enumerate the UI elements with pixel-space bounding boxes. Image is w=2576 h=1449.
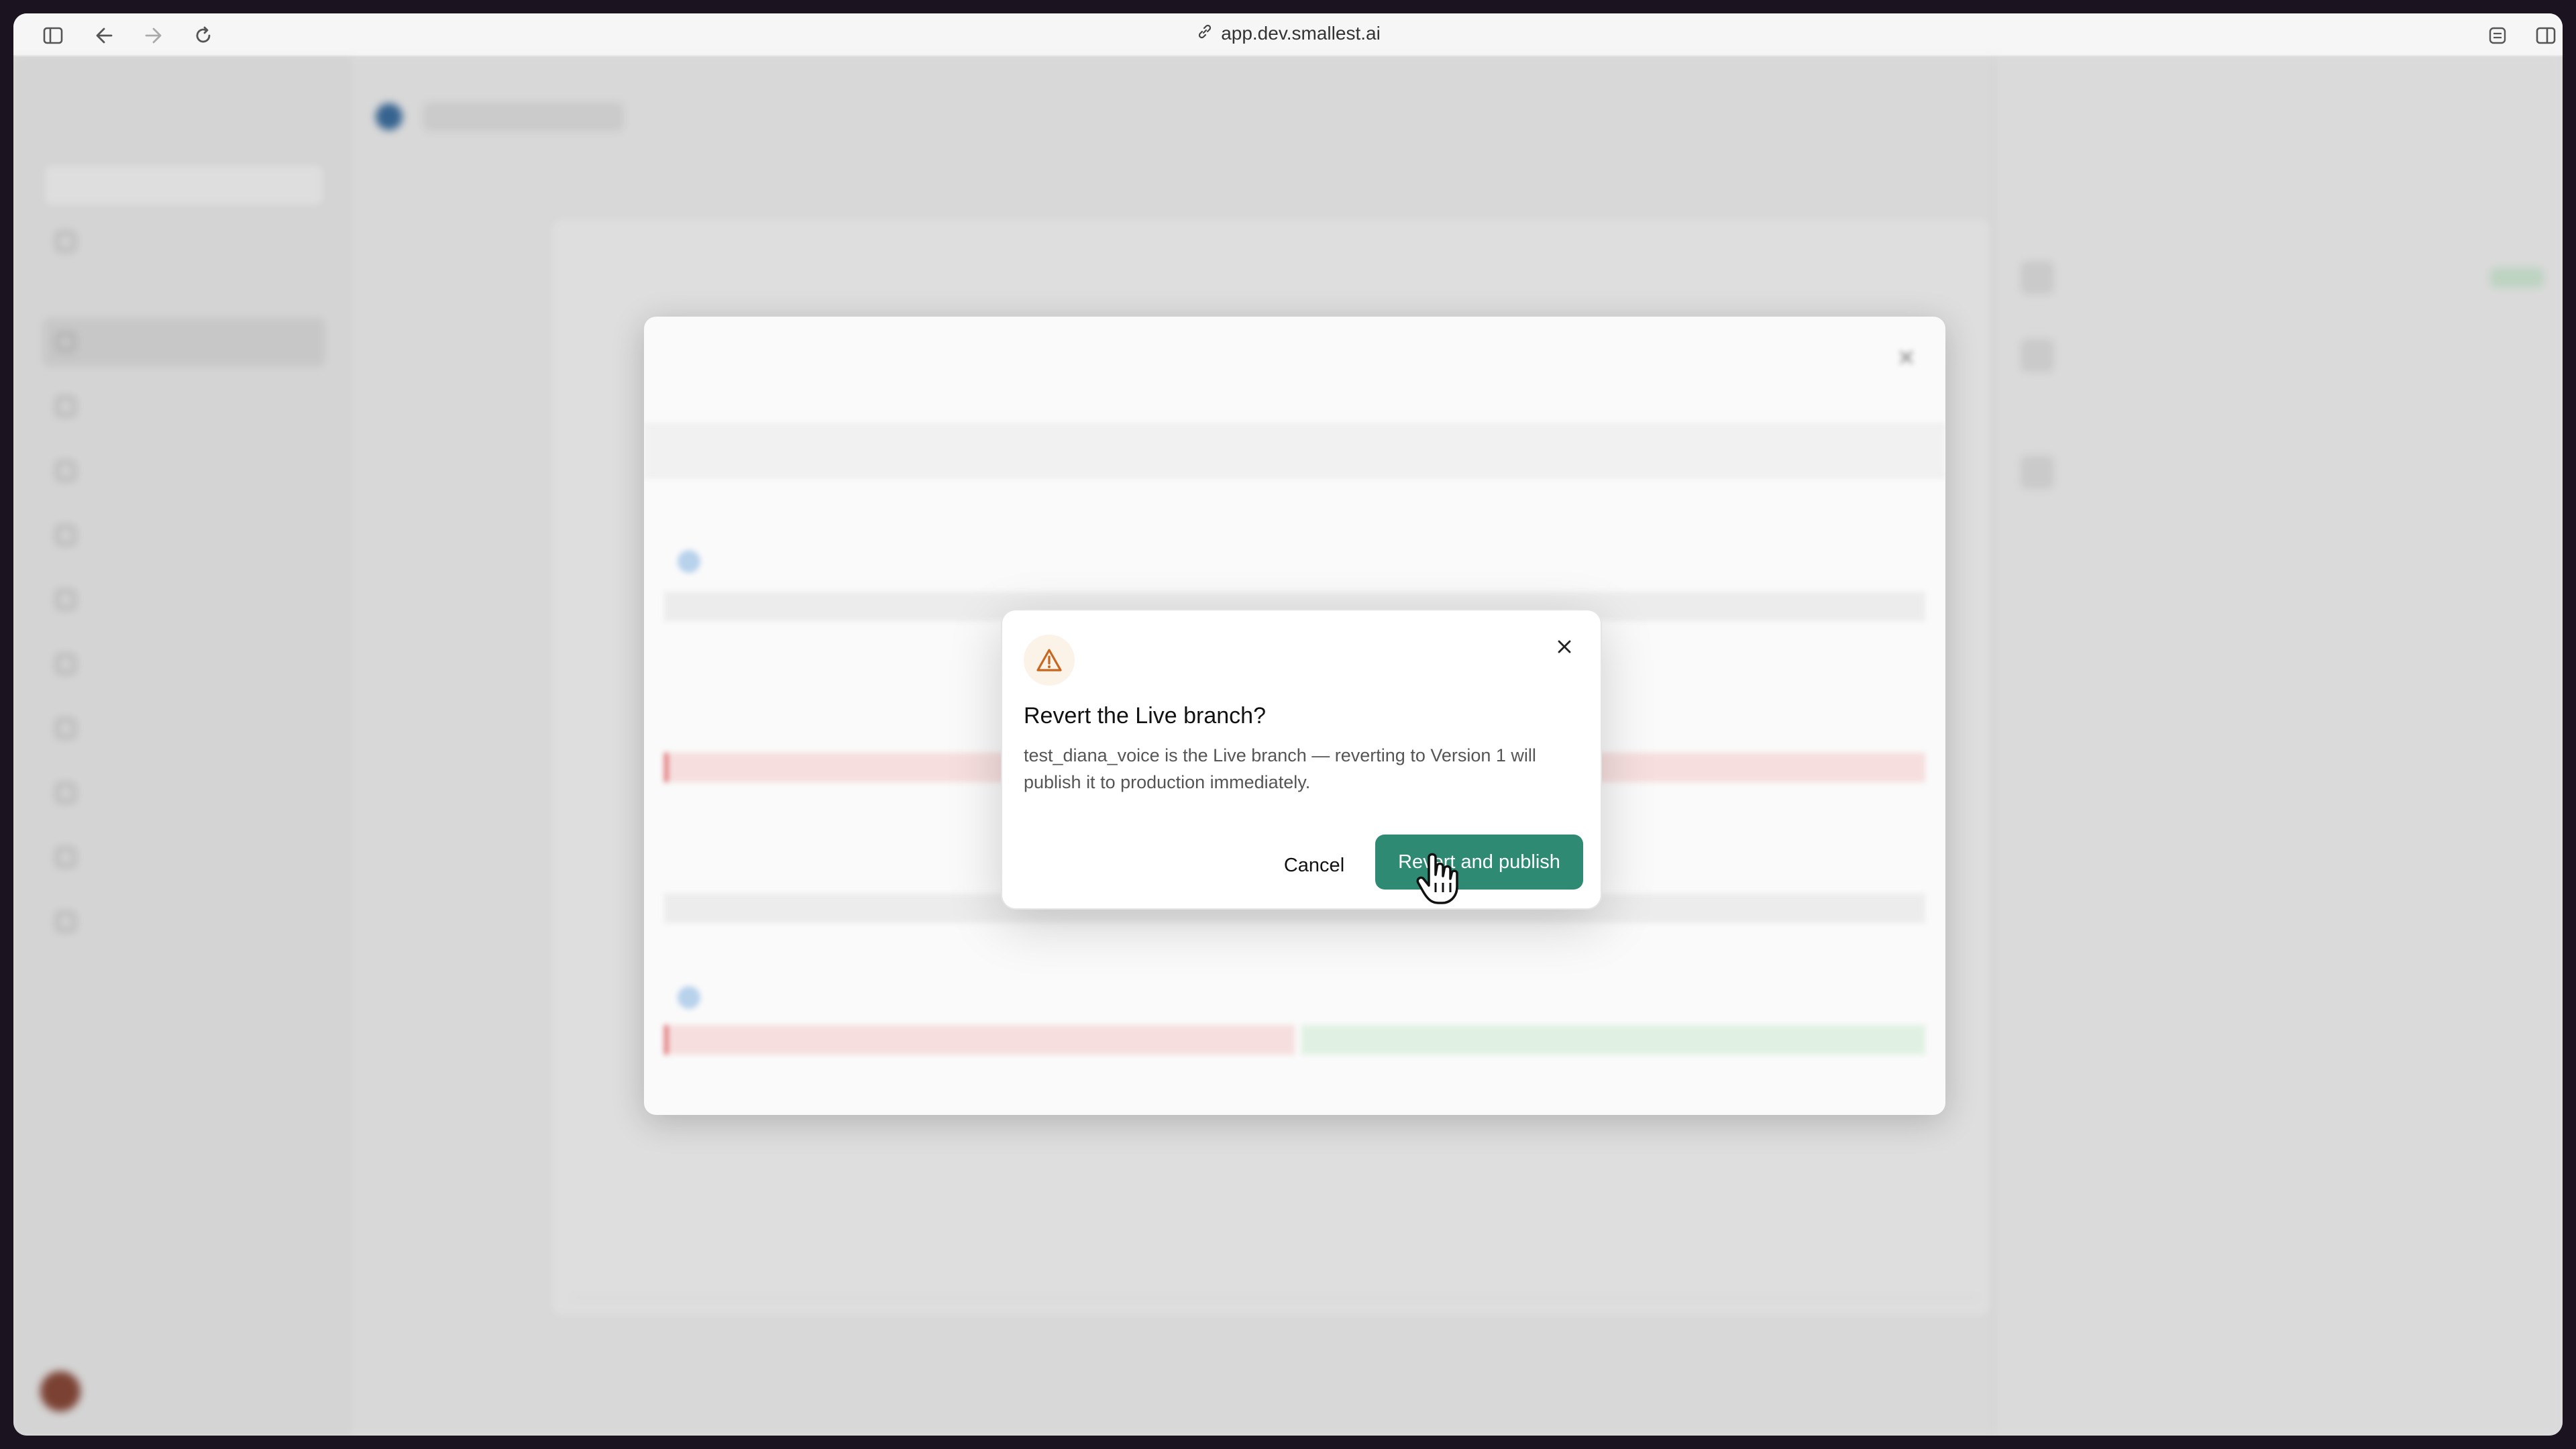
close-dialog-button[interactable] — [1548, 631, 1580, 663]
hand-pointer-cursor-icon — [1415, 852, 1462, 906]
browser-toolbar: app.dev.smallest.ai — [13, 13, 2563, 56]
dialog-title: Revert the Live branch? — [1024, 703, 1266, 729]
address-bar[interactable]: app.dev.smallest.ai — [13, 23, 2563, 44]
url-text: app.dev.smallest.ai — [1221, 23, 1381, 44]
diff-version-bar — [644, 424, 1945, 478]
browser-window: app.dev.smallest.ai ✕ Revert the Live br… — [13, 13, 2563, 1436]
diff-section-header — [678, 981, 700, 1014]
close-icon — [1558, 640, 1571, 653]
extensions-icon[interactable] — [2485, 23, 2510, 48]
cancel-button[interactable]: Cancel — [1264, 839, 1364, 892]
split-view-icon[interactable] — [2533, 23, 2559, 48]
diff-row — [664, 1025, 1295, 1055]
diff-close-icon: ✕ — [1896, 345, 1917, 371]
dialog-description: test_diana_voice is the Live branch — re… — [1024, 745, 1536, 792]
diff-row — [1301, 1025, 1925, 1055]
revert-and-publish-button[interactable]: Revert and publish — [1375, 835, 1583, 890]
link-icon — [1195, 23, 1214, 44]
warning-icon — [1024, 635, 1075, 686]
diff-section-header — [678, 545, 700, 578]
revert-confirm-dialog: Revert the Live branch? test_diana_voice… — [1001, 609, 1602, 910]
